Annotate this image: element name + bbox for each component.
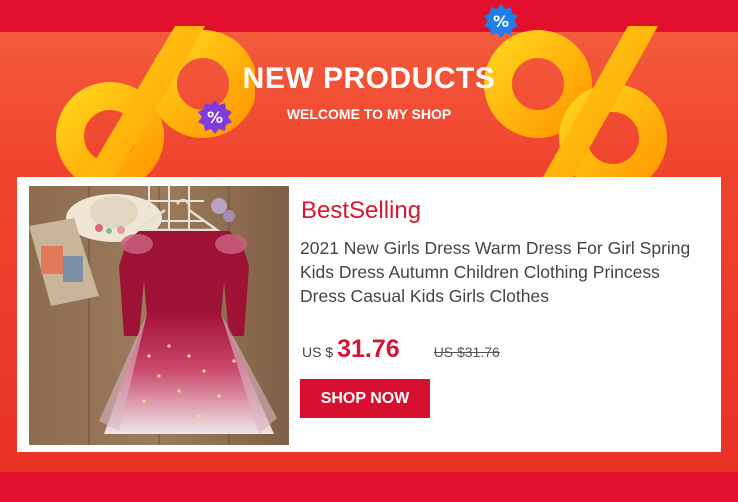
dress-photo-icon	[29, 186, 289, 445]
banner-title: NEW PRODUCTS	[242, 62, 496, 95]
promo-banner: % % NEW PRODUCTS WELCOME TO MY SHOP Best…	[0, 0, 738, 502]
percent-badge-icon: %	[484, 4, 518, 38]
price-row: US $ 31.76 US $31.76	[302, 335, 500, 364]
product-card: BestSelling 2021 New Girls Dress Warm Dr…	[17, 177, 721, 452]
product-price: 31.76	[337, 335, 400, 363]
product-image[interactable]	[29, 186, 289, 445]
banner-subtitle: WELCOME TO MY SHOP	[286, 106, 452, 122]
product-description[interactable]: 2021 New Girls Dress Warm Dress For Girl…	[300, 236, 710, 308]
currency-label: US $	[302, 344, 334, 360]
bottom-stripe	[0, 472, 738, 502]
bestselling-label: BestSelling	[301, 197, 422, 224]
shop-now-button[interactable]: SHOP NOW	[300, 379, 430, 418]
original-price: US $31.76	[433, 344, 500, 360]
svg-text:%: %	[493, 12, 509, 31]
